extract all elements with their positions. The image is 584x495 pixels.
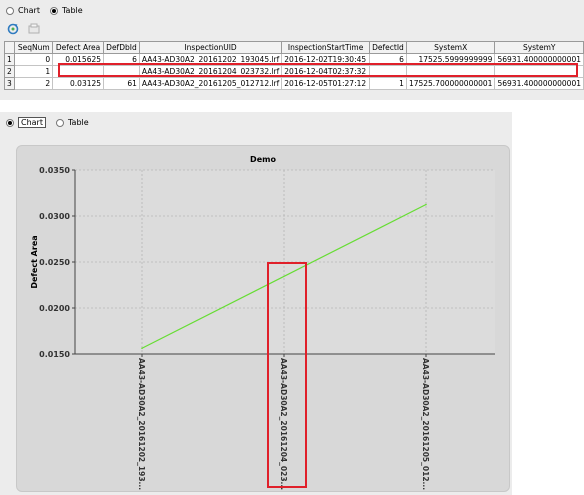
y-tick-label: 0.0250 [39, 258, 70, 267]
x-tick-label: AA43-AD30A2_20161205_012... [421, 358, 430, 490]
data-point [141, 347, 143, 350]
highlight-box-annotation [267, 262, 307, 488]
y-axis: 0.0150 0.0200 0.0250 0.0300 0.0350 [39, 166, 76, 359]
y-tick-label: 0.0300 [39, 212, 70, 221]
data-point [425, 203, 427, 206]
y-axis-label: Defect Area [30, 235, 39, 288]
chart-title: Demo [250, 155, 276, 164]
y-tick-label: 0.0200 [39, 304, 70, 313]
y-tick-label: 0.0150 [39, 350, 70, 359]
y-tick-label: 0.0350 [39, 166, 70, 175]
x-tick-label: AA43-AD30A2_20161202_193... [137, 358, 146, 490]
